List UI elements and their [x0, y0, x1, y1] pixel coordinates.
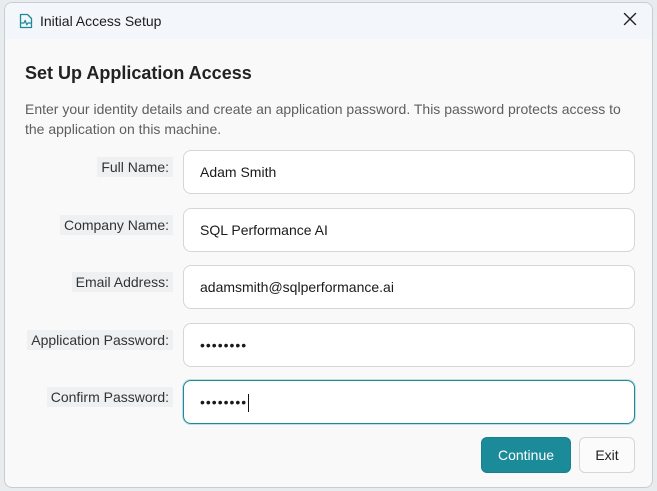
email-label-text: Email Address: [71, 272, 173, 292]
password-field[interactable]: •••••••• [183, 323, 635, 367]
dialog-heading: Set Up Application Access [25, 63, 252, 83]
company-name-label: Company Name: [5, 208, 173, 242]
company-name-field[interactable]: SQL Performance AI [183, 208, 635, 252]
close-icon [623, 12, 637, 31]
confirm-password-label: Confirm Password: [5, 380, 173, 414]
full-name-label-text: Full Name: [97, 157, 173, 177]
full-name-field[interactable]: Adam Smith [183, 150, 635, 194]
window-title: Initial Access Setup [40, 13, 162, 29]
company-name-label-text: Company Name: [59, 215, 173, 235]
confirm-password-label-text: Confirm Password: [46, 387, 173, 407]
text-caret [248, 394, 250, 413]
password-masked-value: •••••••• [200, 337, 248, 353]
full-name-label: Full Name: [5, 150, 173, 184]
email-field[interactable]: adamsmith@sqlperformance.ai [183, 265, 635, 309]
exit-button[interactable]: Exit [579, 437, 635, 473]
confirm-password-masked-value: •••••••• [200, 394, 248, 410]
continue-button[interactable]: Continue [481, 437, 571, 473]
full-name-value: Adam Smith [200, 164, 277, 180]
setup-dialog-window: Initial Access Setup Set Up Application … [4, 2, 653, 488]
email-value: adamsmith@sqlperformance.ai [200, 279, 394, 295]
title-bar: Initial Access Setup [5, 3, 652, 39]
close-button[interactable] [608, 3, 652, 39]
activity-monitor-icon [18, 13, 34, 29]
password-label: Application Password: [5, 323, 173, 357]
dialog-description: Enter your identity details and create a… [25, 101, 621, 137]
confirm-password-field[interactable]: •••••••• [183, 380, 635, 424]
email-label: Email Address: [5, 265, 173, 299]
company-name-value: SQL Performance AI [200, 222, 328, 238]
password-label-text: Application Password: [27, 330, 173, 350]
